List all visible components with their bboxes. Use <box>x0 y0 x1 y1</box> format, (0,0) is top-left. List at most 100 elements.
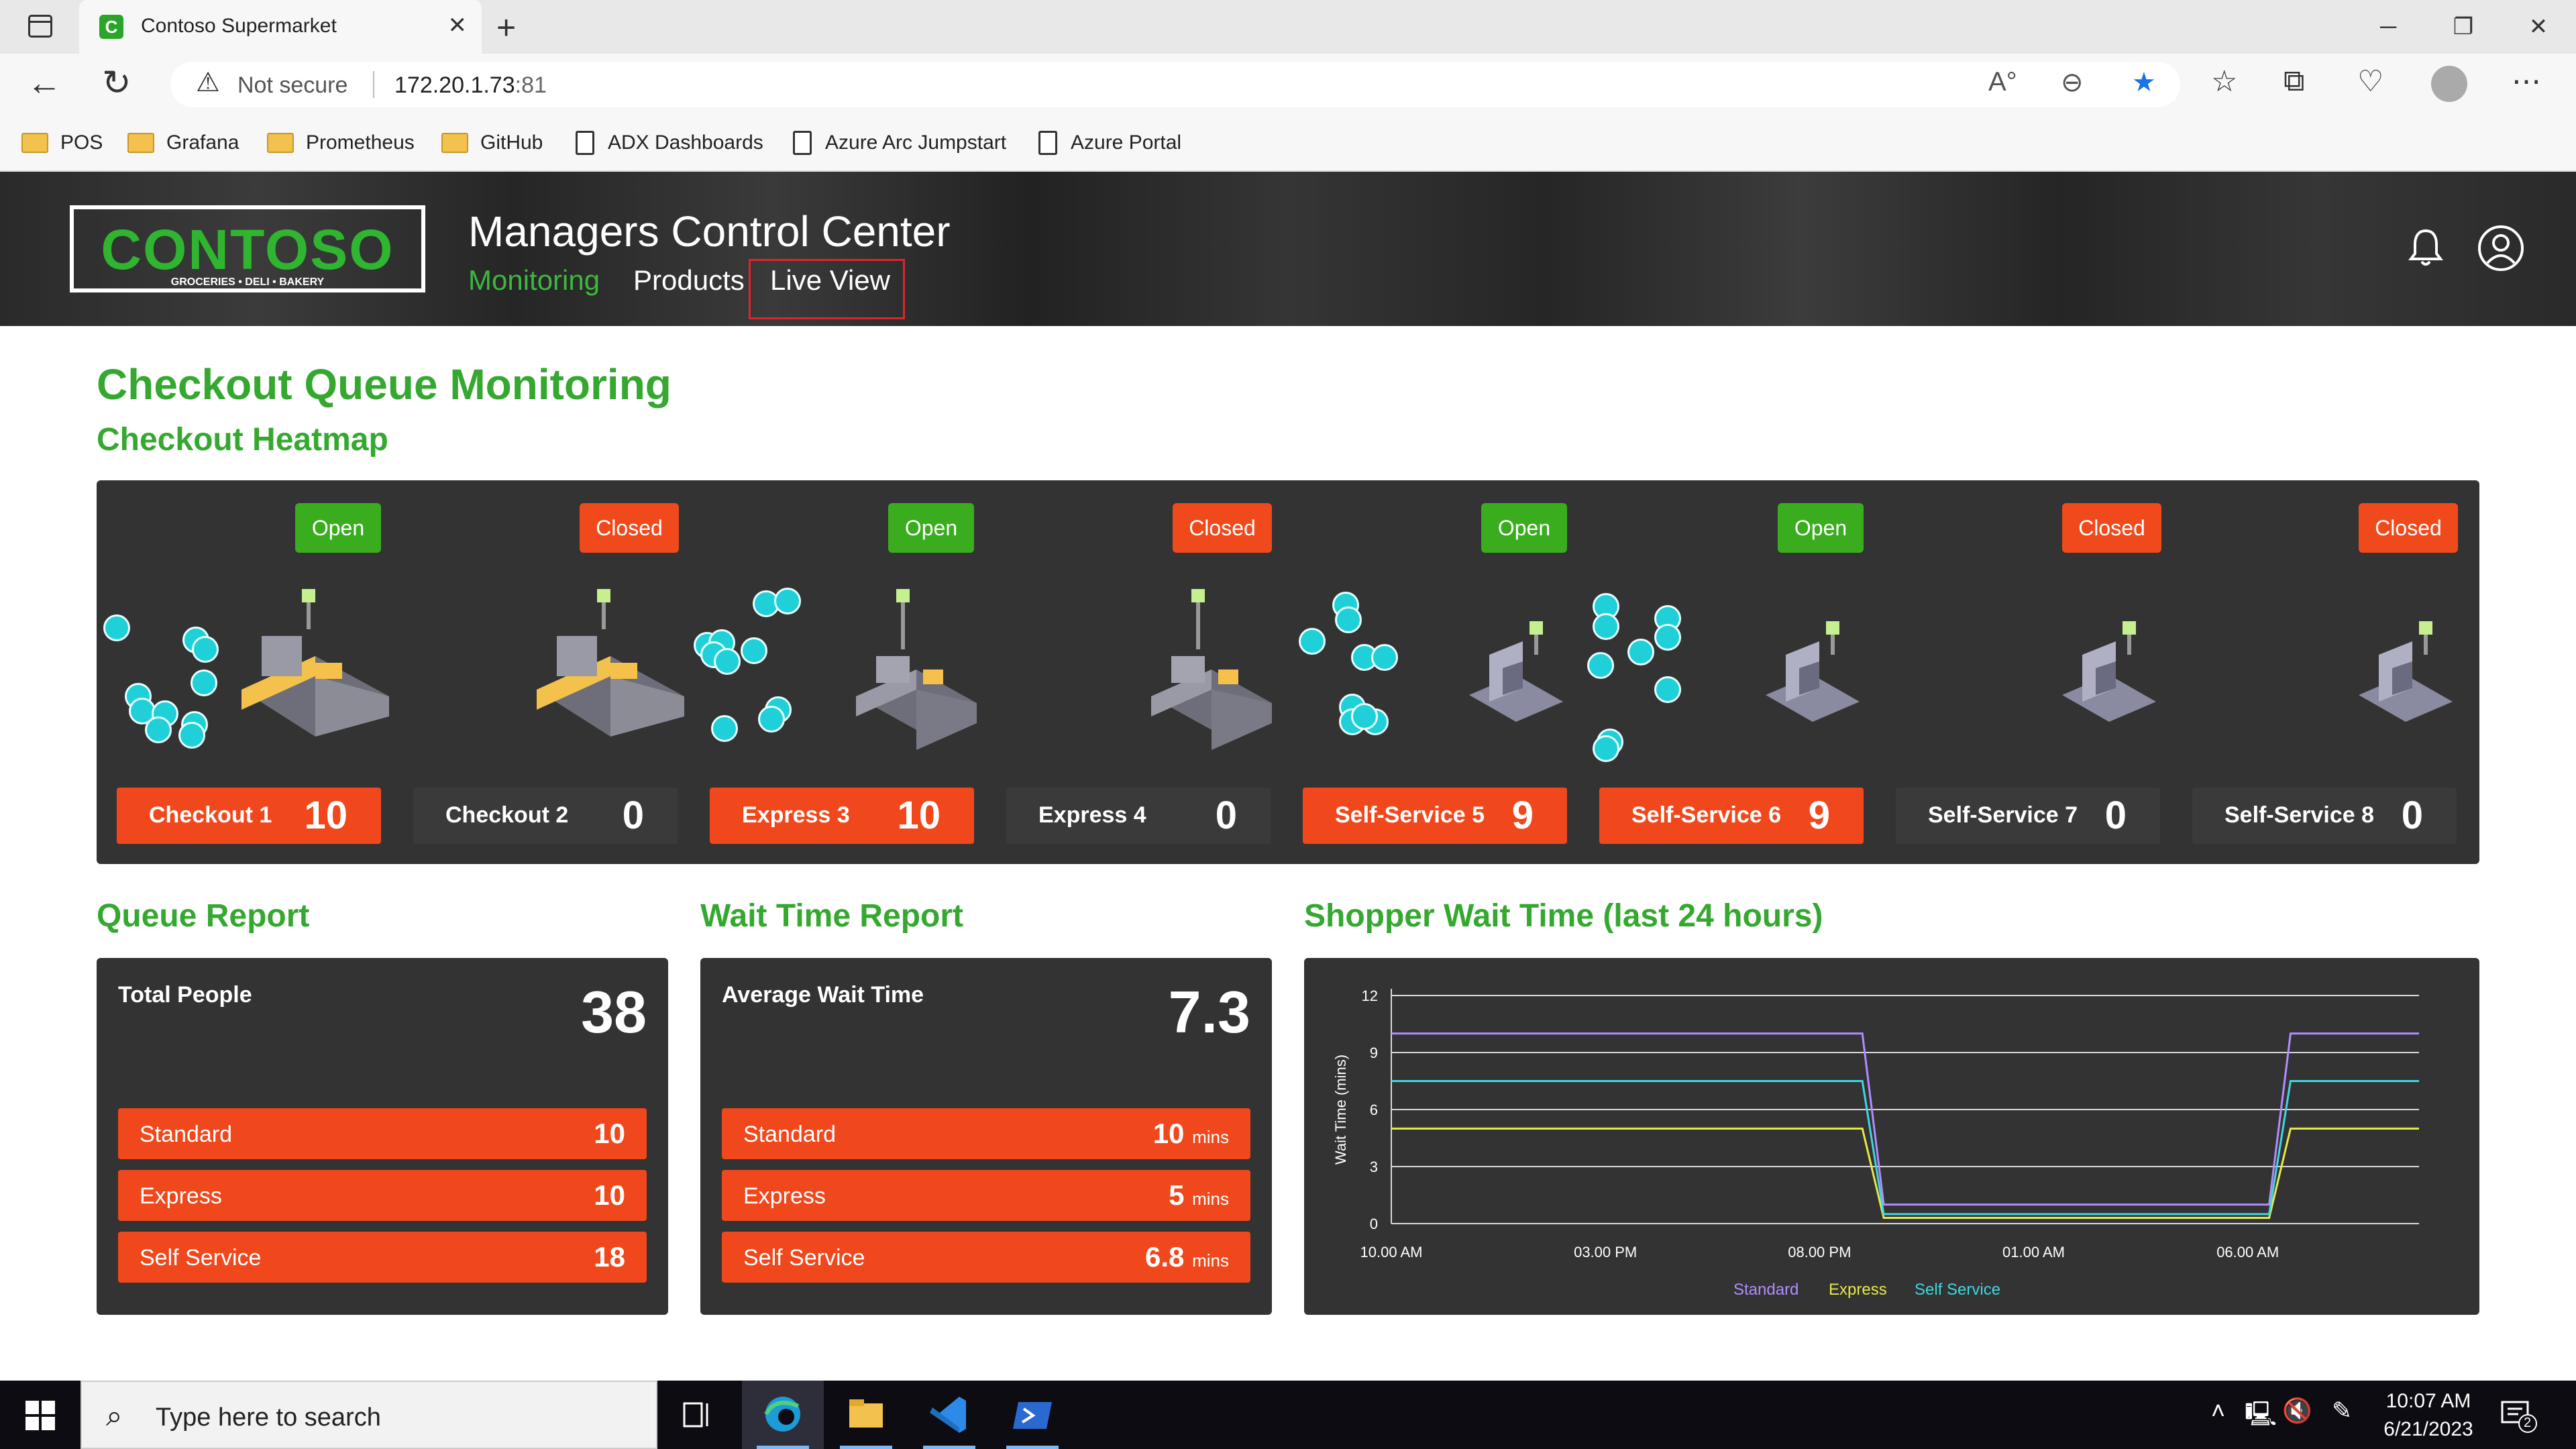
file-explorer-icon[interactable] <box>825 1381 907 1449</box>
bookmark-adx-dashboards[interactable]: ADX Dashboards <box>576 126 763 160</box>
notification-bell-icon[interactable] <box>2400 223 2451 274</box>
close-window-icon[interactable]: ✕ <box>2501 0 2576 54</box>
row-label: Self Service <box>743 1245 865 1271</box>
screen: C Contoso Supermarket ✕ + ─ ❐ ✕ ← ↻ ⚠ No… <box>0 0 2576 1449</box>
system-clock[interactable]: 10:07 AM 6/21/2023 <box>2375 1387 2482 1444</box>
bookmark-pos[interactable]: POS <box>21 126 103 160</box>
favorite-star-icon[interactable]: ★ <box>2132 67 2156 98</box>
shopper-dot <box>1654 676 1681 703</box>
profile-avatar-icon[interactable] <box>2431 66 2467 102</box>
bookmark-prometheus[interactable]: Prometheus <box>267 126 415 160</box>
read-aloud-icon[interactable]: A° <box>1988 67 2017 97</box>
bookmark-grafana[interactable]: Grafana <box>127 126 239 160</box>
folder-icon <box>441 133 468 153</box>
browser-tab[interactable]: C Contoso Supermarket ✕ <box>79 0 482 54</box>
window-controls: ─ ❐ ✕ <box>2351 0 2576 54</box>
url-text[interactable]: 172.20.1.73:81 <box>394 72 547 99</box>
pen-icon[interactable]: ✎ <box>2332 1397 2352 1425</box>
y-tick-label: 12 <box>1362 987 1378 1004</box>
lane-status-badge: Open <box>888 503 974 553</box>
lane-card-self-service-8[interactable]: Self-Service 8 0 <box>2192 788 2457 844</box>
edge-taskbar-icon[interactable] <box>742 1381 824 1449</box>
clock-time: 10:07 AM <box>2385 1390 2471 1412</box>
refresh-icon[interactable]: ↻ <box>102 63 131 103</box>
shopper-dot <box>145 716 172 743</box>
address-bar[interactable]: ⚠ Not secure 172.20.1.73:81 A° ⊖ ★ <box>170 62 2180 107</box>
lane-card-self-service-7[interactable]: Self-Service 7 0 <box>1896 788 2160 844</box>
not-secure-label[interactable]: Not secure <box>237 72 347 99</box>
browser-essentials-icon[interactable]: ♡ <box>2357 64 2383 99</box>
bookmark-github[interactable]: GitHub <box>441 126 543 160</box>
x-tick-label: 08.00 PM <box>1788 1244 1851 1260</box>
lane-name: Self-Service 7 <box>1928 802 2078 828</box>
lane-card-checkout-2[interactable]: Checkout 2 0 <box>413 788 678 844</box>
average-wait-label: Average Wait Time <box>722 982 924 1008</box>
taskbar-search-box[interactable]: ⌕ Type here to search <box>80 1381 657 1449</box>
contoso-logo[interactable]: CONTOSO GROCERIES • DELI • BAKERY <box>70 205 425 292</box>
volume-muted-icon[interactable]: 🔇 <box>2282 1397 2312 1425</box>
favorites-icon[interactable]: ☆ <box>2211 64 2237 99</box>
lane-card-checkout-1[interactable]: Checkout 1 10 <box>117 788 381 844</box>
lane-card-self-service-6[interactable]: Self-Service 6 9 <box>1599 788 1864 844</box>
row-label: Standard <box>140 1122 232 1147</box>
bookmarks-bar: POS Grafana Prometheus GitHub ADX Dashbo… <box>0 115 2576 172</box>
notifications-icon[interactable]: 2 <box>2498 1397 2538 1434</box>
user-account-icon[interactable] <box>2475 223 2526 274</box>
app-title: Managers Control Center <box>468 207 951 256</box>
lane-name: Self-Service 6 <box>1631 802 1782 828</box>
browser-tabbar: C Contoso Supermarket ✕ + ─ ❐ ✕ <box>0 0 2576 54</box>
tab-actions-icon[interactable] <box>28 15 52 38</box>
more-menu-icon[interactable]: ⋯ <box>2512 64 2541 99</box>
lane-card-express-3[interactable]: Express 3 10 <box>710 788 974 844</box>
series-line <box>1391 1032 2419 1206</box>
folder-icon <box>21 133 48 153</box>
legend-entry: Self Service <box>1915 1281 2000 1299</box>
nav-monitoring[interactable]: Monitoring <box>468 264 600 297</box>
lane-status-badge: Closed <box>2062 503 2161 553</box>
total-people-value: 38 <box>581 979 647 1045</box>
vscode-icon[interactable] <box>908 1381 990 1449</box>
wait-row-standard: Standard 10 mins <box>722 1108 1250 1159</box>
search-icon: ⌕ <box>106 1399 123 1432</box>
lane-name: Self-Service 8 <box>2224 802 2375 828</box>
show-hidden-icons-icon[interactable]: ˄ <box>2211 1397 2225 1425</box>
warning-icon[interactable]: ⚠ <box>196 67 220 98</box>
network-icon[interactable]: 🖳 <box>2245 1397 2277 1438</box>
collections-icon[interactable]: ⧉ <box>2284 64 2304 98</box>
checkout-counter-icon <box>241 589 389 737</box>
minimize-icon[interactable]: ─ <box>2351 0 2426 54</box>
queue-row-self-service: Self Service 18 <box>118 1232 647 1283</box>
new-tab-icon[interactable]: + <box>496 8 516 47</box>
bookmark-label: POS <box>60 131 103 154</box>
lane-card-self-service-5[interactable]: Self-Service 5 9 <box>1303 788 1567 844</box>
lane-count: 0 <box>1215 794 1237 837</box>
row-value: 10 <box>594 1179 625 1211</box>
checkout-heatmap: Open Closed Open Closed Open Open Closed… <box>97 480 2479 864</box>
page-icon <box>576 131 594 155</box>
lane-card-express-4[interactable]: Express 4 0 <box>1006 788 1271 844</box>
bookmark-label: Prometheus <box>306 131 415 154</box>
lane-status-badge: Closed <box>580 503 679 553</box>
back-icon[interactable]: ← <box>27 63 62 103</box>
task-view-icon[interactable] <box>656 1381 738 1449</box>
search-placeholder: Type here to search <box>156 1403 381 1432</box>
live-view-highlight <box>749 259 905 319</box>
active-indicator <box>757 1446 809 1449</box>
nav-products[interactable]: Products <box>633 264 745 297</box>
bookmark-azure-portal[interactable]: Azure Portal <box>1038 126 1181 160</box>
queue-report-panel: Total People 38 Standard 10 Express 10 S… <box>97 958 668 1315</box>
url-host: 172.20.1.73 <box>394 72 515 98</box>
bookmark-azure-arc-jumpstart[interactable]: Azure Arc Jumpstart <box>793 126 1006 160</box>
active-indicator <box>1006 1446 1059 1449</box>
x-tick-label: 06.00 AM <box>2216 1244 2279 1260</box>
shopper-dot <box>1299 628 1326 655</box>
zoom-icon[interactable]: ⊖ <box>2061 67 2084 98</box>
shopper-dot <box>1654 624 1681 651</box>
restore-icon[interactable]: ❐ <box>2426 0 2501 54</box>
close-tab-icon[interactable]: ✕ <box>448 12 468 39</box>
windows-start-icon[interactable] <box>25 1401 55 1430</box>
lane-name: Checkout 2 <box>445 802 569 828</box>
powershell-icon[interactable] <box>991 1381 1073 1449</box>
wait-report-panel: Average Wait Time 7.3 Standard 10 mins E… <box>700 958 1272 1315</box>
row-value: 10 <box>1152 1118 1185 1149</box>
